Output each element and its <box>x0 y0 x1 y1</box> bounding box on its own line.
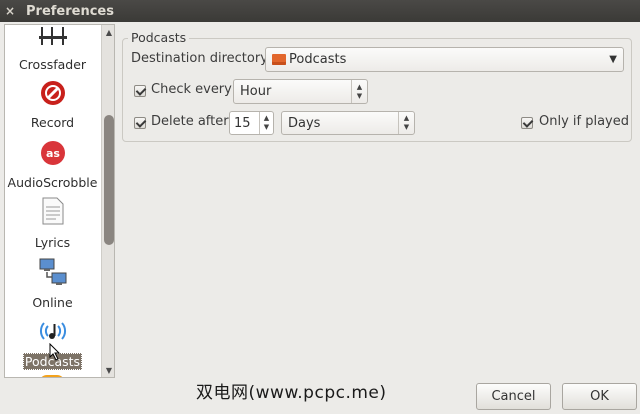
select-arrows-icon: ▲ ▼ <box>398 112 414 134</box>
only-if-played-checkbox[interactable] <box>521 117 533 129</box>
only-if-played-label: Only if played <box>539 114 630 129</box>
next-item-icon <box>39 375 65 377</box>
destination-directory-chooser[interactable]: Podcasts ▼ <box>265 47 624 72</box>
sidebar-item-audioscrobble[interactable]: as AudioScrobble <box>5 137 100 193</box>
check-every-checkbox[interactable] <box>134 85 146 97</box>
network-computers-icon <box>39 258 66 285</box>
podcast-icon <box>39 322 66 340</box>
dropdown-arrow-icon: ▼ <box>609 54 617 65</box>
sidebar-item-label: Crossfader <box>18 57 87 72</box>
ok-button[interactable]: OK <box>562 383 637 410</box>
lyrics-document-icon <box>42 197 63 225</box>
sidebar-item-label: Online <box>32 295 73 310</box>
sidebar-item-crossfader[interactable]: Crossfader <box>5 27 100 73</box>
delete-after-unit-value: Days <box>288 115 321 131</box>
sidebar-item-label: Record <box>30 115 75 130</box>
check-every-label: Check every <box>151 82 232 97</box>
window-title: Preferences <box>26 3 114 19</box>
sidebar-item-online[interactable]: Online <box>5 257 100 313</box>
delete-after-unit-select[interactable]: Days ▲ ▼ <box>281 111 415 135</box>
delete-after-number-value: 15 <box>234 115 251 131</box>
scrollbar-thumb[interactable] <box>104 115 114 245</box>
sidebar-item-record[interactable]: Record <box>5 77 100 133</box>
watermark-text: 双电网(www.pcpc.me) <box>196 383 387 403</box>
folder-icon <box>272 54 286 65</box>
check-every-value: Hour <box>240 84 272 99</box>
close-icon[interactable]: × <box>0 0 20 22</box>
check-every-select[interactable]: Hour ▲ ▼ <box>233 79 368 104</box>
delete-after-checkbox[interactable] <box>134 117 146 129</box>
destination-directory-value: Podcasts <box>289 52 347 67</box>
spinner-arrows-icon[interactable]: ▲ ▼ <box>259 112 273 134</box>
record-icon <box>40 81 65 105</box>
destination-directory-label: Destination directory: <box>131 51 272 66</box>
crossfader-icon <box>38 27 67 45</box>
delete-after-number-spinner[interactable]: 15 ▲ ▼ <box>229 111 274 135</box>
podcasts-group-label: Podcasts <box>128 30 190 45</box>
sidebar-item-label: Lyrics <box>34 235 71 250</box>
sidebar-scrollbar[interactable]: ▲ ▼ <box>101 25 114 377</box>
mouse-cursor-icon <box>49 343 61 361</box>
sidebar-item-lyrics[interactable]: Lyrics <box>5 197 100 253</box>
sidebar-item-label: AudioScrobble <box>7 175 98 190</box>
scroll-up-icon[interactable]: ▲ <box>102 25 114 39</box>
cancel-button[interactable]: Cancel <box>476 383 551 410</box>
preferences-sidebar[interactable]: Crossfader Record as AudioScrobble Lyric… <box>4 24 115 378</box>
svg-text:as: as <box>46 147 60 160</box>
lastfm-icon: as <box>40 141 65 165</box>
title-bar: × Preferences <box>0 0 640 22</box>
select-arrows-icon: ▲ ▼ <box>351 80 367 103</box>
scroll-down-icon[interactable]: ▼ <box>102 363 114 377</box>
delete-after-label: Delete after <box>151 114 229 129</box>
